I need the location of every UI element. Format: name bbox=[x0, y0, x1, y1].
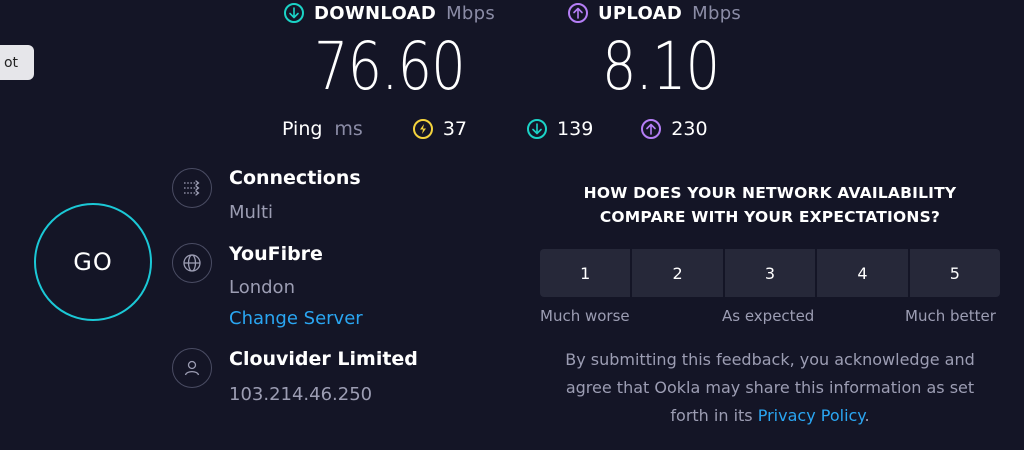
side-tab-label: ot bbox=[3, 54, 18, 71]
user-icon bbox=[172, 348, 212, 388]
rating-option-4[interactable]: 4 bbox=[817, 249, 908, 297]
disclaimer-line2: agree that Ookla may share this informat… bbox=[565, 378, 975, 397]
rating-option-5[interactable]: 5 bbox=[909, 249, 1001, 297]
connections-value: Multi bbox=[229, 202, 273, 223]
rating-scale: 1 2 3 4 5 bbox=[540, 249, 1001, 297]
ping-upload: 230 bbox=[641, 118, 708, 140]
download-arrow-icon bbox=[284, 3, 304, 23]
ping-unit: ms bbox=[334, 118, 363, 140]
download-header: DOWNLOAD Mbps bbox=[284, 0, 498, 26]
ping-upload-value: 230 bbox=[671, 118, 708, 140]
upload-header: UPLOAD Mbps bbox=[568, 0, 745, 26]
scale-high-label: Much better bbox=[905, 307, 996, 325]
ping-idle-value: 37 bbox=[442, 118, 468, 140]
server-title: Clouvider Limited bbox=[229, 348, 418, 370]
isp-location: London bbox=[229, 277, 295, 298]
change-server-link[interactable]: Change Server bbox=[229, 308, 363, 329]
download-arrow-icon bbox=[527, 119, 548, 139]
upload-value: 8.10 bbox=[602, 28, 720, 105]
disclaimer-line3-prefix: forth in its bbox=[670, 406, 753, 425]
disclaimer-line3: forth in its Privacy Policy. bbox=[540, 402, 1000, 430]
download-label: DOWNLOAD bbox=[314, 2, 437, 24]
scale-low-label: Much worse bbox=[540, 307, 630, 325]
ping-download-value: 139 bbox=[557, 118, 594, 140]
upload-metric: UPLOAD Mbps 8.10 bbox=[568, 0, 745, 105]
rating-option-3[interactable]: 3 bbox=[724, 249, 816, 297]
download-metric: DOWNLOAD Mbps 76.60 bbox=[284, 0, 498, 105]
survey-question-line1: HOW DOES YOUR NETWORK AVAILABILITY bbox=[583, 184, 957, 202]
ping-idle: 37 bbox=[412, 118, 468, 140]
feedback-disclaimer: By submitting this feedback, you acknowl… bbox=[540, 346, 1000, 430]
download-value: 76.60 bbox=[314, 28, 466, 105]
isp-title: YouFibre bbox=[229, 243, 323, 265]
scale-mid-label: As expected bbox=[722, 307, 815, 325]
survey-question: HOW DOES YOUR NETWORK AVAILABILITY COMPA… bbox=[540, 181, 1000, 229]
upload-arrow-icon bbox=[568, 3, 588, 23]
rating-option-2[interactable]: 2 bbox=[632, 249, 723, 297]
bolt-icon bbox=[412, 119, 433, 139]
ping-label: Ping bbox=[282, 118, 323, 140]
server-ip: 103.214.46.250 bbox=[229, 384, 373, 405]
privacy-policy-link[interactable]: Privacy Policy bbox=[758, 406, 865, 425]
upload-unit: Mbps bbox=[692, 2, 742, 24]
rating-option-1[interactable]: 1 bbox=[540, 249, 631, 297]
download-unit: Mbps bbox=[446, 2, 496, 24]
side-tab[interactable]: ot bbox=[0, 45, 34, 80]
disclaimer-line1: By submitting this feedback, you acknowl… bbox=[565, 350, 975, 369]
connections-title: Connections bbox=[229, 167, 361, 189]
ping-download: 139 bbox=[527, 118, 593, 140]
go-button[interactable]: GO bbox=[34, 203, 152, 321]
connections-icon bbox=[172, 168, 212, 208]
globe-icon bbox=[172, 243, 212, 283]
survey-question-line2: COMPARE WITH YOUR EXPECTATIONS? bbox=[599, 208, 941, 226]
upload-label: UPLOAD bbox=[598, 2, 683, 24]
upload-arrow-icon bbox=[641, 119, 662, 139]
disclaimer-suffix: . bbox=[864, 406, 870, 425]
ping-row: Ping ms 37 139 230 bbox=[282, 118, 708, 140]
go-button-label: GO bbox=[73, 248, 113, 276]
